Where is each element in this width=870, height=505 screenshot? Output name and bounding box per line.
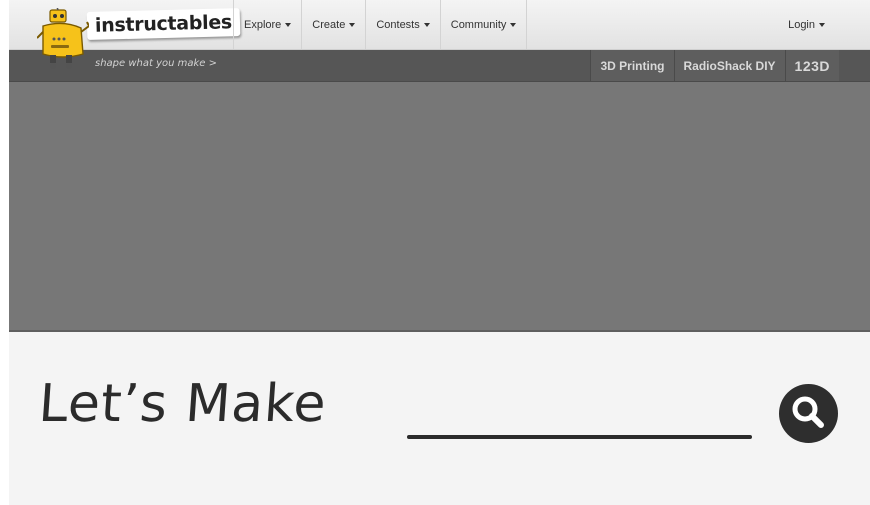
login-menu[interactable]: Login xyxy=(788,0,825,49)
robot-mascot-icon[interactable] xyxy=(37,8,89,70)
partner-radioshack-diy[interactable]: RadioShack DIY xyxy=(673,50,785,81)
partner-123d[interactable]: 123D xyxy=(784,50,839,81)
search-icon xyxy=(792,396,824,428)
hero-banner xyxy=(9,82,870,332)
nav-create-label: Create xyxy=(312,18,346,31)
nav-contests-label: Contests xyxy=(376,18,420,31)
top-navigation-bar: instructables Explore Create Contests Co… xyxy=(9,0,870,50)
nav-explore[interactable]: Explore xyxy=(233,0,301,49)
search-button[interactable] xyxy=(779,384,838,443)
tagline-link[interactable]: shape what you make > xyxy=(95,58,217,69)
make-input-line[interactable] xyxy=(407,435,752,439)
nav-community[interactable]: Community xyxy=(439,0,528,49)
nav-create[interactable]: Create xyxy=(301,0,365,49)
caret-down-icon xyxy=(510,22,517,27)
lets-make-section: Let’s Make xyxy=(9,332,870,505)
logo-link[interactable]: instructables xyxy=(86,8,241,40)
caret-down-icon xyxy=(423,22,430,27)
partner-links: 3D Printing RadioShack DIY 123D xyxy=(590,50,839,81)
main-nav: Explore Create Contests Community xyxy=(233,0,528,49)
page-frame: instructables Explore Create Contests Co… xyxy=(9,0,870,505)
caret-down-icon xyxy=(349,22,356,27)
caret-down-icon xyxy=(285,22,292,27)
lets-make-prompt: Let’s Make xyxy=(36,374,329,434)
nav-community-label: Community xyxy=(450,18,507,31)
nav-contests[interactable]: Contests xyxy=(365,0,439,49)
partner-3d-printing[interactable]: 3D Printing xyxy=(590,50,674,81)
nav-explore-label: Explore xyxy=(244,18,282,31)
caret-down-icon xyxy=(819,22,825,27)
sub-bar: shape what you make > 3D Printing RadioS… xyxy=(9,50,870,82)
login-label: Login xyxy=(788,18,815,31)
logo-text: instructables xyxy=(94,11,233,37)
